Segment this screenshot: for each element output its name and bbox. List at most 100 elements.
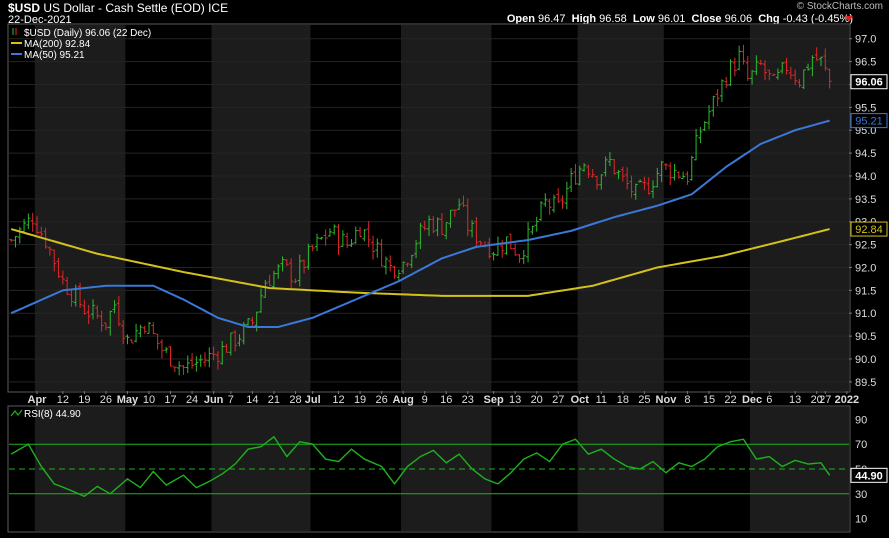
x-tick-label: 2022 [835, 394, 859, 406]
x-tick-label: Sep [484, 394, 504, 406]
price-chart[interactable]: 97.096.596.095.595.094.594.093.593.092.5… [0, 0, 889, 538]
price-bar [724, 76, 729, 88]
price-bar [315, 233, 319, 252]
x-tick-label: 15 [703, 394, 715, 406]
price-bar [185, 355, 190, 374]
price-tick-label: 94.0 [855, 171, 876, 183]
price-tick-label: 97.0 [855, 34, 876, 46]
price-bar [375, 238, 380, 258]
price-tick-label: 89.5 [855, 377, 876, 389]
price-tick-label: 92.0 [855, 262, 876, 274]
x-tick-label: 19 [78, 394, 90, 406]
price-bar [13, 235, 18, 248]
price-bar [668, 162, 673, 186]
price-tick-label: 96.5 [855, 57, 876, 69]
price-bar [198, 354, 203, 367]
price-bar [164, 346, 169, 354]
price-bar [732, 57, 737, 77]
price-bar [159, 339, 164, 359]
price-bar [569, 167, 574, 192]
price-tick-label: 90.5 [855, 331, 876, 343]
x-tick-label: Aug [392, 394, 413, 406]
price-bar [371, 235, 375, 260]
price-bar [551, 194, 556, 213]
x-tick-label: 9 [422, 394, 428, 406]
price-bar [517, 254, 522, 263]
price-bar [147, 321, 151, 334]
x-tick-label: 8 [684, 394, 690, 406]
price-legend: $USD (Daily) 96.06 (22 Dec)MA(200) 92.84… [11, 28, 151, 61]
x-tick-label: 27 [819, 394, 831, 406]
x-tick-label: 23 [462, 394, 474, 406]
x-tick-label: 12 [332, 394, 344, 406]
price-bar [681, 171, 686, 179]
price-bar [534, 216, 539, 232]
x-tick-label: 28 [289, 394, 301, 406]
price-bar [319, 237, 324, 240]
price-bar [715, 89, 720, 107]
price-bar [129, 339, 134, 344]
x-tick-label: 7 [228, 394, 234, 406]
price-bar [728, 59, 733, 87]
rsi-last-value-tag: 44.90 [850, 467, 888, 483]
price-bar [388, 255, 393, 272]
legend-item: $USD (Daily) 96.06 (22 Dec) [12, 28, 151, 39]
x-tick-label: 13 [789, 394, 801, 406]
x-tick-label: 13 [509, 394, 521, 406]
price-bar [573, 163, 578, 185]
price-bar [349, 239, 354, 248]
price-bar [383, 256, 388, 275]
price-bar [745, 55, 750, 81]
price-bar [689, 155, 694, 181]
rsi-legend: RSI(8) 44.90 [10, 409, 81, 420]
x-tick-label: 24 [186, 394, 198, 406]
price-tick-label: 91.5 [855, 285, 876, 297]
price-bar [547, 198, 552, 215]
x-tick-label: 25 [638, 394, 650, 406]
price-bar [526, 221, 531, 263]
price-bar [172, 366, 177, 373]
legend-swatch [10, 409, 23, 417]
x-tick-label: 6 [766, 394, 772, 406]
price-tick-label: 90.0 [855, 354, 876, 366]
last-value-tag: 96.06 [850, 74, 888, 90]
price-bar [332, 224, 337, 235]
price-bar [203, 352, 207, 367]
price-bar [521, 250, 526, 265]
price-tick-label: 95.5 [855, 102, 876, 114]
price-bar [362, 229, 367, 242]
price-bar [323, 229, 328, 246]
legend-label: $USD (Daily) 96.06 (22 Dec) [24, 28, 151, 39]
x-tick-label: Oct [571, 394, 590, 406]
price-bar [181, 365, 186, 375]
price-bar [207, 347, 212, 368]
x-ticks: Apr 12 19 26 May 10 17 24 Jun 7 14 21 28 Jul 12 19 26 Aug… [28, 391, 859, 406]
price-bar [134, 323, 139, 343]
price-bar [719, 79, 724, 103]
price-tick-label: 93.5 [855, 194, 876, 206]
price-bar [702, 121, 707, 132]
rsi-tick-label: 70 [855, 439, 867, 451]
x-tick-label: 19 [354, 394, 366, 406]
price-bar [663, 163, 668, 170]
x-tick-label: Apr [28, 394, 48, 406]
price-bar [327, 228, 332, 237]
price-bar [336, 224, 341, 256]
x-tick-label: 14 [246, 394, 258, 406]
price-bar [151, 322, 156, 335]
x-tick-label: 22 [724, 394, 736, 406]
rsi-tick-label: 30 [855, 489, 867, 501]
price-bar [560, 195, 565, 209]
price-bar [698, 127, 703, 144]
price-bar [366, 221, 371, 248]
price-bar [358, 226, 363, 238]
legend-item: RSI(8) 44.90 [10, 409, 81, 420]
price-bar [138, 324, 143, 338]
last-value-tag: 92.84 [850, 221, 888, 237]
x-tick-label: Jun [204, 394, 224, 406]
price-bar [711, 95, 716, 117]
x-tick-label: May [117, 394, 139, 406]
x-tick-label: 21 [268, 394, 280, 406]
x-tick-label: Jul [305, 394, 321, 406]
x-tick-label: 26 [375, 394, 387, 406]
